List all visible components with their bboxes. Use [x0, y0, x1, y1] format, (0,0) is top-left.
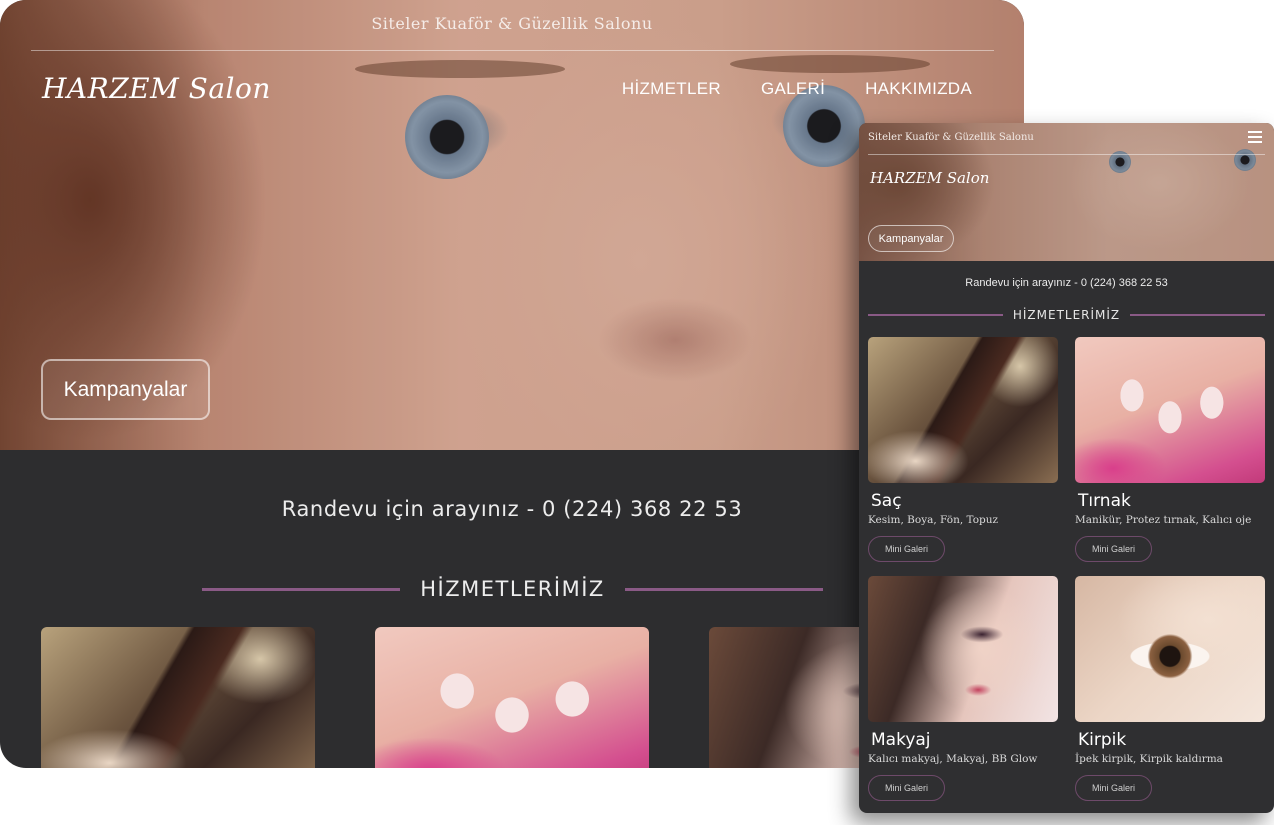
heading-divider-left — [202, 587, 401, 591]
service-name: Tırnak — [1078, 491, 1131, 511]
service-card-nails[interactable] — [375, 627, 649, 768]
service-description: Kesim, Boya, Fön, Topuz — [868, 514, 999, 526]
mobile-appointment-phone: Randevu için arayınız - 0 (224) 368 22 5… — [965, 277, 1168, 289]
service-image-hair[interactable] — [868, 337, 1058, 483]
heading-divider-left — [868, 314, 1003, 316]
mobile-campaigns-button[interactable]: Kampanyalar — [868, 225, 954, 252]
service-description: İpek kirpik, Kirpik kaldırma — [1075, 753, 1223, 765]
service-description: Kalıcı makyaj, Makyaj, BB Glow — [868, 753, 1038, 765]
mini-gallery-button[interactable]: Mini Galeri — [868, 536, 945, 562]
heading-divider-right — [1130, 314, 1265, 316]
services-heading: HİZMETLERİMİZ — [202, 575, 824, 603]
hamburger-icon[interactable] — [1248, 131, 1262, 143]
service-name: Kirpik — [1078, 730, 1127, 750]
mobile-header-divider — [868, 154, 1265, 155]
campaigns-button[interactable]: Kampanyalar — [41, 359, 210, 420]
service-image-makeup[interactable] — [868, 576, 1058, 722]
nav-item-hizmetler[interactable]: HİZMETLER — [622, 79, 721, 99]
service-card-lashes: Kirpik İpek kirpik, Kirpik kaldırma Mini… — [1075, 576, 1265, 801]
mobile-site-tagline: Siteler Kuaför & Güzellik Salonu — [868, 132, 1034, 143]
site-tagline: Siteler Kuaför & Güzellik Salonu — [371, 14, 653, 33]
services-title: HİZMETLERİMİZ — [420, 577, 605, 601]
mobile-site-logo[interactable]: HARZEM Salon — [870, 169, 989, 187]
mini-gallery-button[interactable]: Mini Galeri — [1075, 536, 1152, 562]
service-card-hair: Saç Kesim, Boya, Fön, Topuz Mini Galeri — [868, 337, 1058, 562]
mobile-mockup: Siteler Kuaför & Güzellik Salonu HARZEM … — [859, 123, 1274, 813]
mini-gallery-button[interactable]: Mini Galeri — [1075, 775, 1152, 801]
mobile-hero-banner: Siteler Kuaför & Güzellik Salonu HARZEM … — [859, 123, 1274, 261]
service-name: Makyaj — [871, 730, 931, 750]
nav-item-galeri[interactable]: GALERİ — [761, 79, 825, 99]
nav-item-hakkimizda[interactable]: HAKKIMIZDA — [865, 79, 972, 99]
header-divider — [31, 50, 994, 51]
main-nav: HİZMETLER GALERİ HAKKIMIZDA — [622, 79, 972, 99]
service-description: Manikür, Protez tırnak, Kalıcı oje — [1075, 514, 1252, 526]
mobile-services-title: HİZMETLERİMİZ — [1012, 308, 1121, 322]
heading-divider-right — [624, 587, 824, 591]
service-image-lashes[interactable] — [1075, 576, 1265, 722]
service-name: Saç — [871, 491, 902, 511]
site-logo[interactable]: HARZEM Salon — [42, 72, 271, 105]
service-card-nails: Tırnak Manikür, Protez tırnak, Kalıcı oj… — [1075, 337, 1265, 562]
service-card-hair[interactable] — [41, 627, 315, 768]
service-card-makeup: Makyaj Kalıcı makyaj, Makyaj, BB Glow Mi… — [868, 576, 1058, 801]
mini-gallery-button[interactable]: Mini Galeri — [868, 775, 945, 801]
service-image-nails[interactable] — [1075, 337, 1265, 483]
mobile-services-heading: HİZMETLERİMİZ — [868, 307, 1265, 323]
